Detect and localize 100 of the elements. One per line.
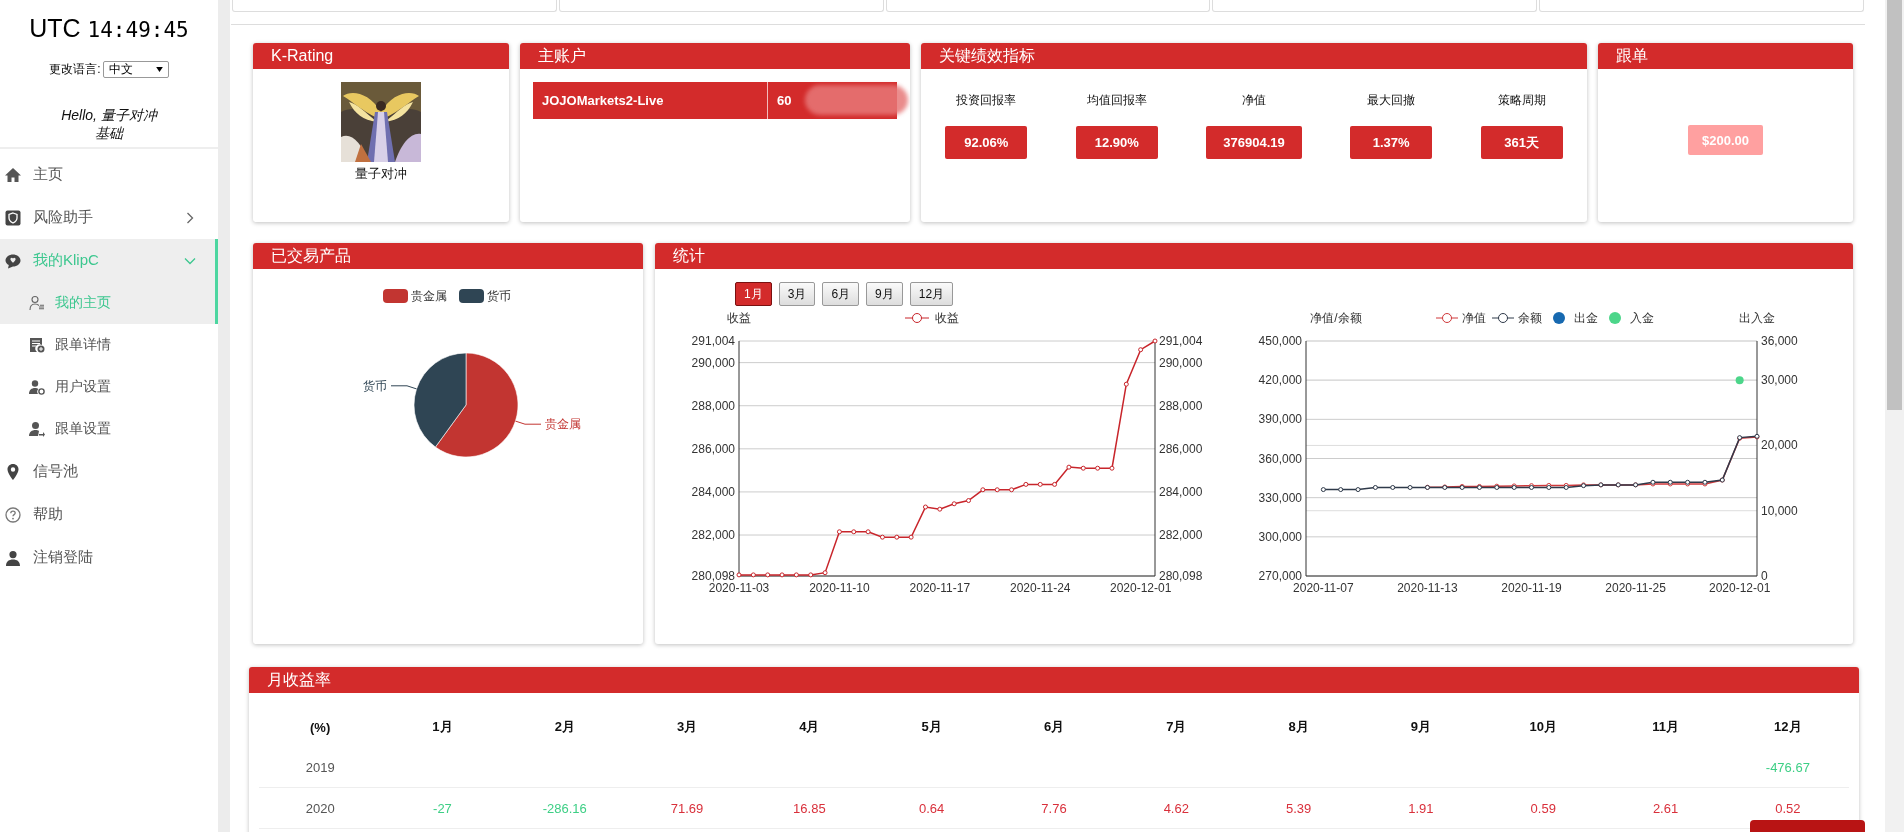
axis-label: 2020-11-13: [1397, 581, 1458, 595]
language-select[interactable]: 中文: [102, 61, 169, 78]
axis-label: 286,000: [691, 441, 735, 456]
legend-label: 净值: [1462, 311, 1486, 325]
period-button[interactable]: 12月: [909, 282, 954, 306]
kpi-value: 376904.19: [1206, 126, 1302, 159]
card-header: 月收益率: [249, 667, 1859, 693]
dropdown-arrow-icon: [155, 67, 163, 72]
axis-label: 280,098: [691, 569, 735, 583]
legend-label: 收益: [935, 311, 959, 325]
year-cell-text: 2020: [304, 800, 336, 816]
nav-item[interactable]: 信号池: [0, 450, 218, 493]
column-header: 2月: [553, 718, 576, 736]
return-cell-text: 1.91: [1407, 800, 1435, 816]
axis-label: 282,000: [1159, 528, 1203, 542]
axis-label: 2020-11-25: [1605, 581, 1666, 595]
slice-label: 贵金属: [544, 417, 581, 432]
period-button[interactable]: 3月: [778, 282, 816, 306]
scrollbar[interactable]: [1885, 0, 1904, 832]
axis-label: 290,000: [1159, 355, 1203, 370]
axis-label: 2020-11-24: [1010, 581, 1071, 595]
year-cell-text: 2019: [304, 759, 336, 775]
card-header: 跟单: [1598, 43, 1853, 69]
shield-icon: [5, 209, 21, 226]
card-header: 已交易产品: [253, 243, 643, 269]
return-cell-text: -286.16: [541, 800, 588, 816]
axis-label: 2020-11-19: [1501, 581, 1562, 595]
axis-label: 360,000: [1258, 451, 1302, 466]
axis-label: 300,000: [1258, 529, 1302, 544]
legend-label[interactable]: 货币: [487, 289, 511, 303]
axis-label: 288,000: [691, 398, 735, 413]
axis-title: 净值/余额: [1310, 311, 1362, 325]
legend-label[interactable]: 贵金属: [411, 289, 447, 303]
kpi-value: 361天: [1480, 126, 1563, 159]
axis-title: 出入金: [1739, 311, 1775, 325]
legend-item[interactable]: 收益: [904, 311, 959, 325]
chat-bubble-icon: [5, 252, 21, 269]
legend-item[interactable]: 入金: [1609, 311, 1654, 325]
submenu-item[interactable]: 跟单详情: [0, 324, 218, 366]
kpi-value: 92.06%: [945, 126, 1028, 159]
axis-label: 30,000: [1761, 373, 1798, 388]
period-button[interactable]: 6月: [822, 282, 860, 306]
axis-label: 390,000: [1258, 412, 1302, 427]
return-cell-text: -476.67: [1764, 759, 1811, 775]
clock: UTC 14:49:45: [28, 14, 190, 43]
axis-label: 2020-12-01: [1109, 581, 1172, 595]
axis-label: 2020-11-17: [909, 581, 971, 595]
trader-name: 量子对冲: [355, 165, 407, 183]
axis-label: 286,000: [1159, 441, 1203, 456]
axis-label: 288,000: [1159, 398, 1203, 413]
axis-label: 280,098: [1159, 569, 1203, 583]
column-header: 11月: [1651, 718, 1680, 736]
kpi-value: 12.90%: [1075, 126, 1158, 159]
column-header: 1月: [431, 718, 454, 736]
period-button[interactable]: 9月: [866, 282, 903, 306]
return-cell-text: 4.62: [1162, 800, 1190, 816]
return-cell-text: -27: [432, 800, 453, 816]
return-cell-text: 7.76: [1040, 800, 1068, 816]
help-icon: [5, 506, 21, 523]
language-label: 更改语言:: [49, 61, 101, 78]
axis-label: 282,000: [691, 528, 735, 542]
column-header: 10月: [1528, 718, 1558, 736]
user-list-icon: [29, 295, 45, 311]
legend-label: 余额: [1518, 311, 1542, 325]
axis-title: 收益: [727, 311, 751, 325]
axis-label: 291,004: [1159, 334, 1203, 348]
axis-label: 36,000: [1761, 334, 1798, 348]
nav-item[interactable]: 主页: [0, 153, 218, 196]
leader-line: [390, 385, 417, 390]
axis-label: 10,000: [1761, 503, 1798, 518]
kpi-value: 1.37%: [1350, 126, 1433, 159]
axis-label: 284,000: [691, 484, 735, 499]
axis-label: 2020-11-07: [1293, 581, 1354, 595]
nav-item[interactable]: 风险助手: [0, 196, 218, 239]
axis-label: 0: [1761, 569, 1768, 583]
nav-item[interactable]: 注销登陆: [0, 536, 218, 579]
column-header: 7月: [1165, 718, 1188, 736]
legend-label: 出金: [1574, 311, 1598, 325]
submenu-item[interactable]: 跟单设置: [0, 408, 218, 450]
return-cell-text: 0.52: [1774, 800, 1802, 816]
deposit-point: [1735, 376, 1744, 385]
period-button[interactable]: 1月: [735, 282, 772, 306]
submenu-item[interactable]: 用户设置: [0, 366, 218, 408]
axis-label: 2020-11-10: [809, 581, 870, 595]
axis-label: 291,004: [691, 334, 735, 348]
user-arrow-icon: [29, 421, 45, 437]
return-cell-text: 0.59: [1529, 800, 1557, 816]
legend-item[interactable]: 余额: [1491, 311, 1542, 325]
axis-label: 284,000: [1159, 484, 1203, 499]
column-header: 4月: [798, 718, 821, 736]
card-header: 统计: [655, 243, 1853, 269]
nav-item[interactable]: 帮助: [0, 493, 218, 536]
axis-label: 270,000: [1258, 569, 1302, 583]
card-header: 主账户: [520, 43, 910, 69]
legend-item[interactable]: 出金: [1553, 311, 1598, 325]
legend-item[interactable]: 净值: [1435, 311, 1486, 325]
leader-line: [515, 420, 542, 425]
kpi-label: 策略周期: [1497, 92, 1546, 109]
kpi-label: 最大回撤: [1367, 92, 1416, 109]
user-icon: [5, 549, 21, 566]
